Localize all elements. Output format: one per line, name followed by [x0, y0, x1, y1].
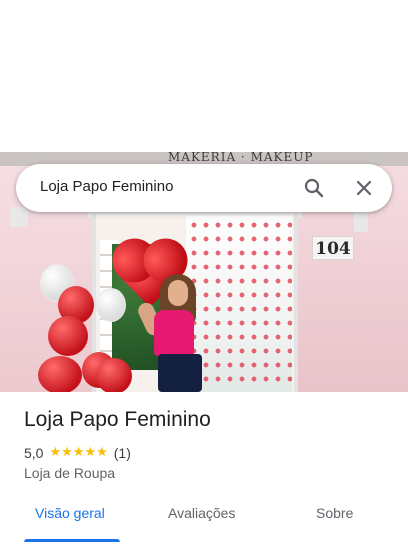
star-icon: ★ [49, 445, 62, 460]
close-icon[interactable] [352, 176, 376, 200]
place-tabs: Visão geral Avaliações Sobre [0, 496, 408, 544]
place-category[interactable]: Loja de Roupa [24, 465, 115, 481]
place-title: Loja Papo Feminino [24, 408, 211, 431]
person-shirt [154, 310, 194, 356]
top-blank-area [0, 0, 408, 152]
search-input[interactable]: Loja Papo Feminino [40, 178, 173, 195]
star-icon: ★ [84, 445, 97, 460]
hearts-curtain [188, 218, 292, 390]
star-icon: ★ [96, 445, 108, 460]
store-sign-text: MAKERIA · MAKEUP [168, 152, 314, 164]
star-rating: ★ ★ ★ ★ ★ [49, 446, 107, 460]
person-face [168, 280, 188, 306]
wall-lamp-left [10, 207, 28, 227]
active-tab-indicator [24, 539, 120, 542]
number-plate: 104 [312, 236, 354, 260]
search-icon[interactable] [302, 176, 326, 200]
balloon-red [96, 358, 132, 392]
balloon-white [96, 288, 126, 322]
tab-overview[interactable]: Visão geral [35, 505, 105, 521]
rating-row[interactable]: 5,0 ★ ★ ★ ★ ★ (1) [24, 444, 131, 462]
tab-about[interactable]: Sobre [316, 505, 353, 521]
rating-value: 5,0 [24, 445, 44, 461]
review-count[interactable]: (1) [114, 445, 131, 461]
balloon-red [38, 356, 82, 392]
star-icon: ★ [72, 445, 85, 460]
balloon-red [48, 316, 88, 356]
tab-reviews[interactable]: Avaliações [168, 505, 235, 521]
search-bar[interactable]: Loja Papo Feminino [16, 164, 392, 212]
wall-lamp-right [354, 210, 368, 232]
person-jeans [158, 354, 202, 392]
star-icon: ★ [61, 445, 73, 460]
